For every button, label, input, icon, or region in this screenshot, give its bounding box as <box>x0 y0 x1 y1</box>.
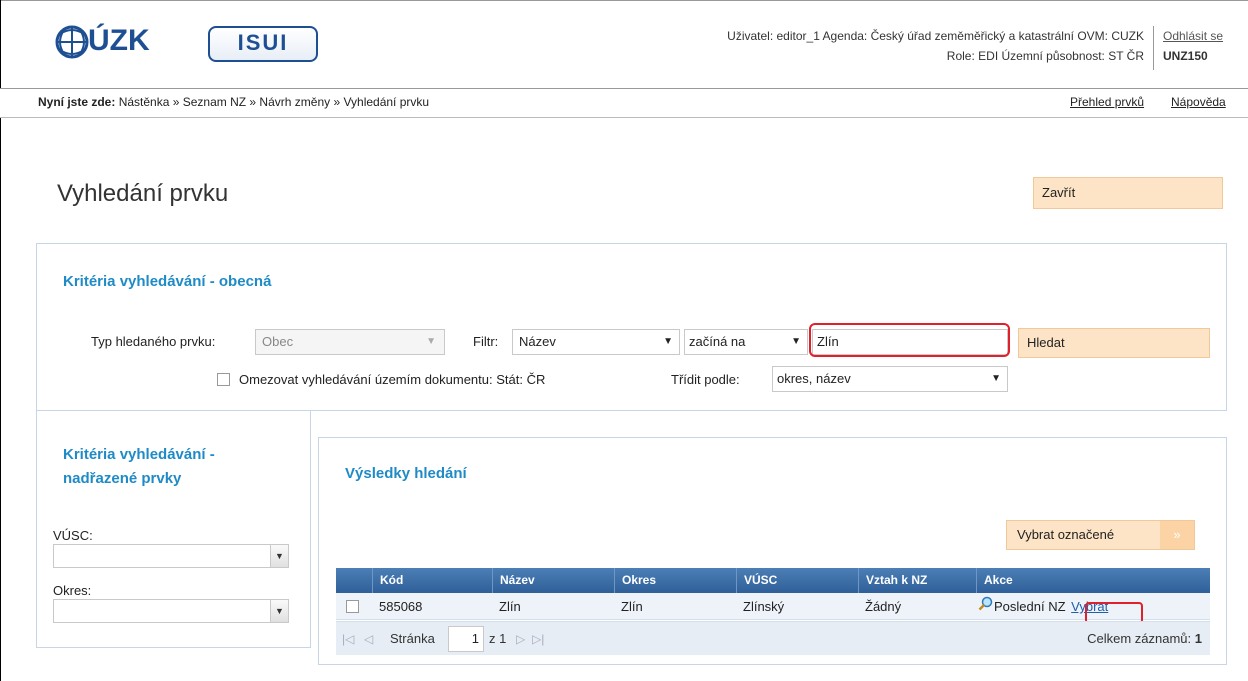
pager: |◁ ◁ Stránka 1 z 1 ▷ ▷| Celkem záznamů: … <box>336 621 1210 655</box>
cell-okres: Zlín <box>621 599 643 614</box>
breadcrumb-prefix: Nyní jste zde: <box>38 95 116 109</box>
column-header-vztah[interactable]: Vztah k NZ <box>858 568 976 593</box>
select-marked-label: Vybrat označené <box>1017 527 1115 542</box>
column-header-akce: Akce <box>976 568 1210 593</box>
last-page-icon[interactable]: ▷| <box>532 622 544 656</box>
general-criteria-title: Kritéria vyhledávání - obecná <box>63 273 272 290</box>
help-link[interactable]: Nápověda <box>1171 95 1226 109</box>
user-info: Uživatel: editor_1 Agenda: Český úřad ze… <box>727 29 1144 43</box>
table-row: 585068 Zlín Zlín Zlínský Žádný Poslední … <box>336 593 1210 620</box>
chevron-down-icon: ▼ <box>991 373 1001 384</box>
row-checkbox[interactable] <box>346 600 359 613</box>
chevron-down-icon: ▼ <box>426 336 436 347</box>
okres-select[interactable]: ▼ <box>53 599 289 623</box>
element-type-select[interactable]: Obec ▼ <box>255 329 445 355</box>
total-label: Celkem záznamů: <box>1087 631 1192 646</box>
page-number-input[interactable]: 1 <box>448 626 484 652</box>
chevron-down-icon: ▼ <box>791 336 801 347</box>
role-info: Role: EDI Územní působnost: ST ČR <box>946 49 1144 63</box>
next-page-icon[interactable]: ▷ <box>516 622 525 656</box>
element-type-label: Typ hledaného prvku: <box>91 334 216 349</box>
sort-select[interactable]: okres, název ▼ <box>772 366 1008 392</box>
column-header-kod[interactable]: Kód <box>372 568 492 593</box>
double-chevron-right-icon: » <box>1160 521 1194 549</box>
chevron-down-icon: ▼ <box>270 545 288 567</box>
general-criteria-panel <box>36 243 1227 411</box>
prev-page-icon[interactable]: ◁ <box>364 622 373 656</box>
results-title: Výsledky hledání <box>345 465 467 482</box>
parent-criteria-title: Kritéria vyhledávání - nadřazené prvky <box>63 446 215 487</box>
column-header-vusc[interactable]: VÚSC <box>736 568 858 593</box>
page-count: z 1 <box>489 631 507 646</box>
cell-vusc: Zlínský <box>743 599 785 614</box>
last-nz-link[interactable]: Poslední NZ <box>994 599 1066 614</box>
cuzk-logo: ÚZK <box>52 24 180 60</box>
filter-label: Filtr: <box>473 334 499 349</box>
limit-territory-checkbox[interactable] <box>217 373 230 386</box>
isui-logo: ISUI <box>208 26 318 62</box>
filter-operator-select[interactable]: začíná na ▼ <box>684 329 808 355</box>
close-button[interactable]: Zavřít <box>1033 177 1223 209</box>
magnifier-icon[interactable] <box>978 594 994 621</box>
cell-vztah: Žádný <box>865 599 902 614</box>
header-separator <box>1153 26 1154 70</box>
filter-field-value: Název <box>519 334 556 349</box>
chevron-down-icon: ▼ <box>270 600 288 622</box>
elements-overview-link[interactable]: Přehled prvků <box>1070 95 1144 109</box>
vusc-label: VÚSC: <box>53 528 93 543</box>
sort-label: Třídit podle: <box>671 372 740 387</box>
logout-link[interactable]: Odhlásit se <box>1163 29 1223 43</box>
limit-territory-label: Omezovat vyhledávání územím dokumentu: S… <box>239 372 546 387</box>
session-code: UNZ150 <box>1163 49 1208 63</box>
cuzk-wordmark: ÚZK <box>88 24 150 57</box>
chevron-down-icon: ▼ <box>663 336 673 347</box>
total-value: 1 <box>1194 631 1202 646</box>
cell-kod: 585068 <box>379 599 423 614</box>
search-input-highlight <box>809 323 1010 357</box>
search-button[interactable]: Hledat <box>1018 328 1210 358</box>
total-records: Celkem záznamů: 1 <box>1087 622 1202 656</box>
select-marked-button[interactable]: Vybrat označené » <box>1006 520 1195 550</box>
element-type-value: Obec <box>262 334 294 349</box>
cuzk-emblem-icon <box>55 25 89 59</box>
column-header-okres[interactable]: Okres <box>614 568 736 593</box>
column-header-nazev[interactable]: Název <box>492 568 614 593</box>
app-header <box>0 0 1248 88</box>
filter-operator-value: začíná na <box>689 334 746 349</box>
sort-value: okres, název <box>777 371 851 386</box>
column-header-select <box>336 568 372 593</box>
breadcrumb-path: Nástěnka » Seznam NZ » Návrh změny » Vyh… <box>118 95 430 109</box>
top-border <box>0 0 1248 1</box>
breadcrumb: Nyní jste zde: Nástěnka » Seznam NZ » Ná… <box>38 95 429 109</box>
filter-field-select[interactable]: Název ▼ <box>512 329 680 355</box>
page-title: Vyhledání prvku <box>57 180 229 207</box>
vusc-select[interactable]: ▼ <box>53 544 289 568</box>
results-grid-header: Kód Název Okres VÚSC Vztah k NZ Akce <box>336 568 1210 593</box>
okres-label: Okres: <box>53 583 92 598</box>
first-page-icon[interactable]: |◁ <box>342 622 354 656</box>
page-label: Stránka <box>390 631 435 646</box>
cell-nazev: Zlín <box>499 599 521 614</box>
